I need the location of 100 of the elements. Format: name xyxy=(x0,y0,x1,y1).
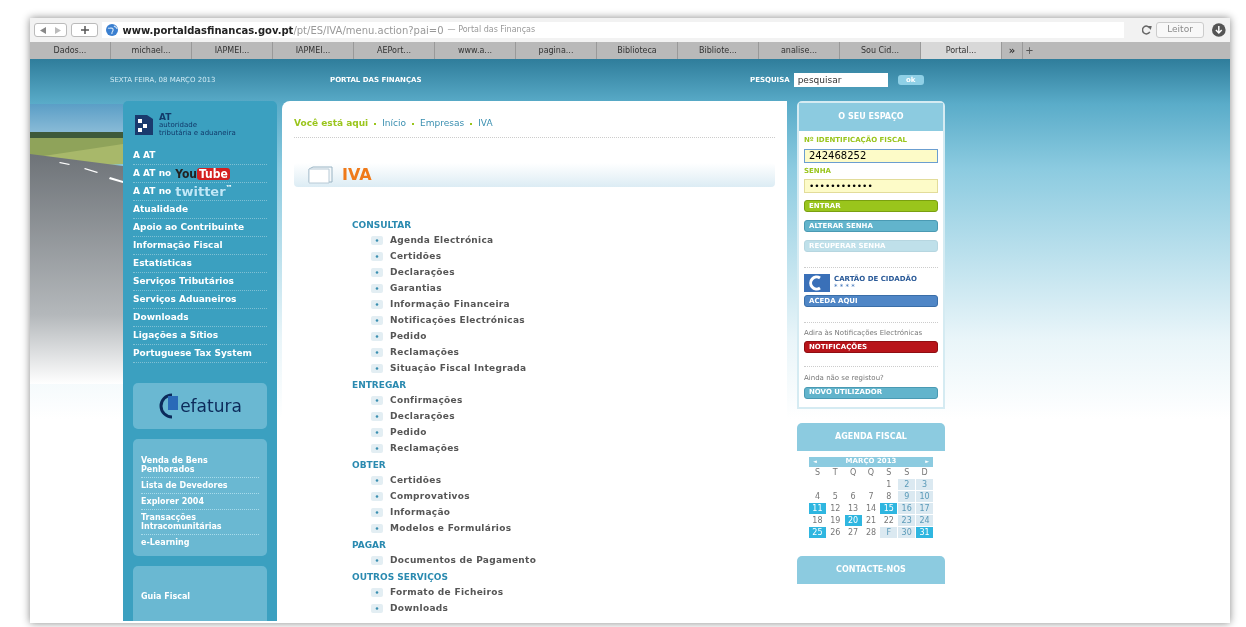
calendar-day[interactable]: 16 xyxy=(898,502,916,514)
menu-link[interactable]: Notificações Electrónicas xyxy=(390,313,525,328)
forward-icon xyxy=(55,26,62,34)
menu-link[interactable]: Modelos e Formulários xyxy=(390,521,512,536)
menu-link[interactable]: Reclamações xyxy=(390,345,460,360)
menu-link[interactable]: Certidões xyxy=(390,473,442,488)
calendar-day[interactable]: 8 xyxy=(880,490,898,502)
menu-link[interactable]: Downloads xyxy=(390,601,449,616)
citizen-card-icon xyxy=(804,274,830,292)
calendar-day[interactable]: 5 xyxy=(826,490,844,502)
sidebar-link[interactable]: A AT xyxy=(133,148,156,163)
weekday-label: Q xyxy=(849,467,858,478)
calendar-day[interactable]: 30 xyxy=(898,526,916,538)
sidebar-link[interactable]: A AT no xyxy=(133,166,172,181)
invoice-logo: efatura xyxy=(180,397,242,415)
menu-link[interactable]: Reclamações xyxy=(390,441,460,456)
calendar-day[interactable]: 1 xyxy=(880,478,898,490)
weekday-label: D xyxy=(920,467,929,478)
calendar-day[interactable]: 7 xyxy=(862,490,880,502)
bullet-icon xyxy=(371,524,383,533)
menu-link[interactable]: Agenda Electrónica xyxy=(390,233,494,248)
plus-icon xyxy=(80,26,89,34)
bookmark-tab[interactable]: Portal... xyxy=(921,42,1002,59)
breadcrumb-link[interactable]: Empresas xyxy=(420,117,465,131)
sidebar-link[interactable]: Estatísticas xyxy=(133,256,192,271)
bullet-icon xyxy=(371,268,383,277)
bullet-icon xyxy=(371,300,383,309)
calendar-day[interactable]: 6 xyxy=(844,490,862,502)
sidebar-link[interactable]: Atualidade xyxy=(133,202,188,217)
calendar-day[interactable]: 14 xyxy=(862,502,880,514)
calendar-day[interactable]: 27 xyxy=(844,526,862,538)
calendar-day[interactable]: 24 xyxy=(916,514,933,526)
search-field[interactable]: pesquisar xyxy=(793,73,888,87)
bullet-icon xyxy=(371,252,383,261)
invoice-banner[interactable]: efatura xyxy=(133,383,267,429)
sidebar-link[interactable]: A AT no xyxy=(133,184,172,199)
globe-icon xyxy=(106,24,119,36)
menu-link[interactable]: Declarações xyxy=(390,265,455,280)
bullet-icon xyxy=(371,444,383,453)
menu-link[interactable]: Informação xyxy=(390,505,451,520)
calendar-day[interactable]: 26 xyxy=(826,526,844,538)
menu-link[interactable]: Informação Financeira xyxy=(390,297,510,312)
calendar-day[interactable]: 21 xyxy=(862,514,880,526)
back-forward-button[interactable] xyxy=(34,23,68,37)
menu-link[interactable]: Pedido xyxy=(390,329,427,344)
page-address: www.portaldasfinancas.gov.pt/pt/ES/IVA/menu.action?pai=0 xyxy=(122,23,444,38)
password-field[interactable]: •••••••••••• xyxy=(804,179,938,193)
sidebar-link[interactable]: Downloads xyxy=(133,310,189,325)
menu-link[interactable]: Confirmações xyxy=(390,393,463,408)
bullet-icon xyxy=(371,412,383,421)
menu-link[interactable]: Documentos de Pagamento xyxy=(390,553,537,568)
calendar-day[interactable]: 18 xyxy=(809,514,826,526)
calendar-day[interactable]: 13 xyxy=(844,502,862,514)
breadcrumb-label: Você está aqui xyxy=(294,117,369,130)
add-button[interactable] xyxy=(71,23,99,37)
bullet-icon xyxy=(371,364,383,373)
calendar-day[interactable]: 2 xyxy=(898,478,916,490)
bullet-icon xyxy=(371,396,383,405)
address-field[interactable]: www.portaldasfinancas.gov.pt/pt/ES/IVA/menu.action?pai=0 — Portal das Finanças xyxy=(102,22,1124,38)
sidebar-link[interactable]: Ligações a Sítios xyxy=(133,328,219,343)
sidebar-link[interactable]: Serviços Tributários xyxy=(133,274,234,289)
calendar-day[interactable]: 10 xyxy=(916,490,933,502)
page-heading: IVA xyxy=(342,163,372,186)
bullet-icon xyxy=(371,236,383,245)
calendar-day[interactable]: 19 xyxy=(826,514,844,526)
calendar-day[interactable]: 3 xyxy=(916,478,933,490)
calendar-day[interactable]: 9 xyxy=(898,490,916,502)
weekday-label: S xyxy=(903,467,911,478)
download-icon[interactable] xyxy=(1212,23,1226,37)
weekday-label: S xyxy=(813,467,821,478)
more-tabs-button[interactable]: » xyxy=(1002,42,1022,59)
menu-link[interactable]: Garantias xyxy=(390,281,442,296)
reload-icon[interactable] xyxy=(1141,25,1152,35)
calendar-day[interactable]: 17 xyxy=(916,502,933,514)
page-title: — Portal das Finanças xyxy=(447,24,536,36)
sidebar-link[interactable]: Informação Fiscal xyxy=(133,238,223,253)
breadcrumb-link[interactable]: Início xyxy=(382,117,407,131)
sidebar-link[interactable]: Apoio ao Contribuinte xyxy=(133,220,245,235)
calendar-day[interactable]: 22 xyxy=(880,514,898,526)
menu-link[interactable]: Situação Fiscal Integrada xyxy=(390,361,527,376)
calendar-day[interactable]: 4 xyxy=(809,490,826,502)
menu-link[interactable]: Certidões xyxy=(390,249,442,264)
bullet-icon xyxy=(371,556,383,565)
menu-link[interactable]: Pedido xyxy=(390,425,427,440)
calendar-day[interactable]: F xyxy=(880,526,898,538)
section-heading: PAGAR xyxy=(352,538,388,552)
weekday-label: T xyxy=(831,467,839,478)
menu-link[interactable]: Declarações xyxy=(390,409,455,424)
tax-id-field[interactable]: 242468252 xyxy=(804,148,938,163)
menu-link[interactable]: Comprovativos xyxy=(390,489,470,504)
sidebar-link[interactable]: Serviços Aduaneiros xyxy=(133,292,237,307)
back-icon xyxy=(39,26,46,34)
calendar-day[interactable]: 23 xyxy=(898,514,916,526)
weekday-label: Q xyxy=(866,467,876,478)
reader-button[interactable]: Leitor xyxy=(1155,22,1205,38)
sidebar-link[interactable]: Portuguese Tax System xyxy=(133,346,252,361)
menu-link[interactable]: Formato de Ficheiros xyxy=(390,585,504,600)
calendar-day[interactable]: 12 xyxy=(826,502,844,514)
calendar-day[interactable]: 28 xyxy=(862,526,880,538)
breadcrumb-link[interactable]: IVA xyxy=(478,117,493,131)
